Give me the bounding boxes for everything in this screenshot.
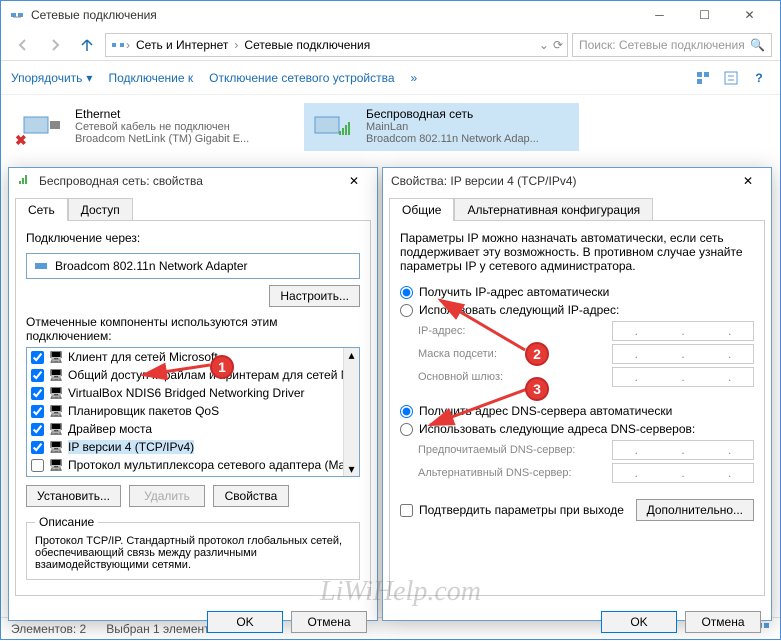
back-button[interactable]: [9, 33, 37, 57]
adapters-area: ✖ Ethernet Сетевой кабель не подключен B…: [1, 95, 780, 159]
driver-icon: 🖥: [48, 385, 64, 401]
validate-checkbox[interactable]: [400, 504, 413, 517]
share-icon: 🖥: [48, 367, 64, 383]
scrollbar[interactable]: ▴▾: [343, 348, 359, 476]
arrow-2: [410, 290, 530, 360]
toolbar: Упорядочить ▾ Подключение к Отключение с…: [1, 61, 780, 95]
maximize-button[interactable]: ☐: [682, 1, 727, 29]
search-input[interactable]: Поиск: Сетевые подключения 🔍: [572, 33, 772, 57]
dialog-title: Свойства: IP версии 4 (TCP/IPv4): [391, 174, 733, 188]
wifi-properties-dialog: Беспроводная сеть: свойства ✕ Сеть Досту…: [8, 167, 378, 621]
network-icon: [110, 37, 126, 53]
component-checkbox[interactable]: [31, 387, 44, 400]
marker-3: 3: [525, 377, 549, 401]
cancel-button[interactable]: Отмена: [685, 611, 761, 633]
search-icon: 🔍: [750, 38, 765, 52]
marker-1: 1: [210, 355, 234, 379]
component-checkbox[interactable]: [31, 459, 44, 472]
component-checkbox[interactable]: [31, 405, 44, 418]
connect-via-label: Подключение через:: [26, 231, 360, 245]
view-icon[interactable]: [692, 67, 714, 89]
tab-access[interactable]: Доступ: [68, 198, 133, 221]
component-checkbox[interactable]: [31, 441, 44, 454]
cancel-button[interactable]: Отмена: [291, 611, 367, 633]
adapter-ethernet[interactable]: ✖ Ethernet Сетевой кабель не подключен B…: [13, 103, 288, 151]
error-icon: ✖: [15, 132, 27, 149]
subnet-mask-input[interactable]: ...: [612, 344, 754, 364]
dropdown-icon[interactable]: ⌄: [539, 38, 549, 52]
breadcrumb[interactable]: › Сеть и Интернет › Сетевые подключения …: [105, 33, 568, 57]
dns-pref-input[interactable]: ...: [612, 440, 754, 460]
close-button[interactable]: ✕: [727, 1, 772, 29]
close-icon[interactable]: ✕: [733, 174, 763, 188]
dialog-title: Беспроводная сеть: свойства: [39, 174, 339, 188]
breadcrumb-parent[interactable]: Сеть и Интернет: [130, 38, 234, 52]
ethernet-icon: ✖: [17, 107, 67, 147]
ok-button[interactable]: OK: [601, 611, 677, 633]
advanced-button[interactable]: Дополнительно...: [636, 499, 754, 521]
details-icon[interactable]: [720, 67, 742, 89]
client-icon: 🖥: [48, 349, 64, 365]
adapter-status: Сетевой кабель не подключен: [75, 121, 284, 133]
bridge-icon: 🖥: [48, 421, 64, 437]
more-menu[interactable]: »: [411, 71, 418, 85]
forward-button[interactable]: [41, 33, 69, 57]
tab-network[interactable]: Сеть: [15, 198, 68, 221]
minimize-button[interactable]: ─: [637, 1, 682, 29]
breadcrumb-current[interactable]: Сетевые подключения: [238, 38, 376, 52]
tab-general[interactable]: Общие: [389, 198, 454, 221]
title-bar: Сетевые подключения ─ ☐ ✕: [1, 1, 780, 29]
refresh-icon[interactable]: ⟳: [553, 38, 563, 52]
adapter-name: Беспроводная сеть: [366, 107, 575, 121]
tab-alt-config[interactable]: Альтернативная конфигурация: [454, 198, 653, 221]
wifi-icon: [308, 107, 358, 147]
adapter-device: Broadcom 802.11n Network Adap...: [366, 133, 575, 145]
adapter-device: Broadcom NetLink (TM) Gigabit E...: [75, 133, 284, 145]
ip-address-input[interactable]: ...: [612, 321, 754, 341]
uninstall-button[interactable]: Удалить: [129, 485, 205, 507]
ok-button[interactable]: OK: [207, 611, 283, 633]
adapter-name: Ethernet: [75, 107, 284, 121]
components-label: Отмеченные компоненты используются этим …: [26, 315, 360, 343]
window-title: Сетевые подключения: [31, 8, 637, 22]
desc-title: Описание: [35, 515, 98, 529]
intro-text: Параметры IP можно назначать автоматичес…: [400, 231, 754, 273]
chevron-down-icon: ▾: [86, 71, 92, 85]
adapter-field: Broadcom 802.11n Network Adapter: [26, 253, 360, 279]
qos-icon: 🖥: [48, 403, 64, 419]
adapter-status: MainLan: [366, 121, 575, 133]
install-button[interactable]: Установить...: [26, 485, 121, 507]
component-checkbox[interactable]: [31, 369, 44, 382]
gateway-input[interactable]: ...: [612, 367, 754, 387]
nav-bar: › Сеть и Интернет › Сетевые подключения …: [1, 29, 780, 61]
close-icon[interactable]: ✕: [339, 174, 369, 188]
disable-device-menu[interactable]: Отключение сетевого устройства: [209, 71, 394, 85]
connect-to-menu[interactable]: Подключение к: [108, 71, 193, 85]
help-icon[interactable]: ?: [748, 67, 770, 89]
description-text: Протокол TCP/IP. Стандартный протокол гл…: [35, 535, 351, 571]
marker-2: 2: [525, 342, 549, 366]
dns-alt-input[interactable]: ...: [612, 463, 754, 483]
mux-icon: 🖥: [48, 457, 64, 473]
configure-button[interactable]: Настроить...: [269, 285, 360, 307]
adapter-wifi[interactable]: Беспроводная сеть MainLan Broadcom 802.1…: [304, 103, 579, 151]
arrow-3: [410, 380, 540, 430]
properties-button[interactable]: Свойства: [213, 485, 289, 507]
up-button[interactable]: [73, 33, 101, 57]
component-checkbox[interactable]: [31, 423, 44, 436]
component-checkbox[interactable]: [31, 351, 44, 364]
adapter-icon: [33, 258, 49, 274]
arrow-1: [135, 350, 215, 380]
ipv4-icon: 🖥: [48, 439, 64, 455]
organize-menu[interactable]: Упорядочить ▾: [11, 71, 92, 85]
network-icon: [9, 7, 25, 23]
wifi-icon: [17, 173, 33, 189]
